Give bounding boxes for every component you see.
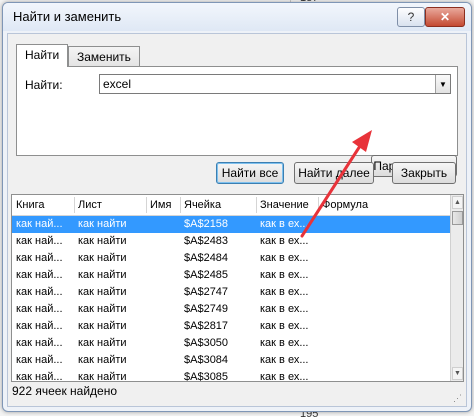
chevron-down-icon: ▼ <box>439 79 447 89</box>
result-value: как в ех... <box>260 371 309 382</box>
table-row[interactable]: как най... как найти $A$3084 как в ех... <box>12 352 450 369</box>
result-value: как в ех... <box>260 286 309 298</box>
result-book: как най... <box>16 218 63 230</box>
tab-find[interactable]: Найти <box>16 44 69 67</box>
result-sheet: как найти <box>78 320 127 332</box>
result-value: как в ех... <box>260 337 309 349</box>
result-cell: $A$2817 <box>184 320 229 332</box>
column-header-cell[interactable]: Ячейка <box>184 199 221 211</box>
result-sheet: как найти <box>78 235 127 247</box>
status-text: 922 ячеек найдено <box>12 384 118 398</box>
column-header-formula[interactable]: Формула <box>322 199 368 211</box>
result-cell: $A$2483 <box>184 235 229 247</box>
table-row[interactable]: как най... как найти $A$2747 как в ех... <box>12 284 450 301</box>
help-button[interactable]: ? <box>397 7 425 27</box>
result-sheet: как найти <box>78 337 127 349</box>
result-cell: $A$2747 <box>184 286 229 298</box>
column-divider[interactable] <box>74 197 75 213</box>
result-value: как в ех... <box>260 218 309 230</box>
column-header-value[interactable]: Значение <box>260 199 309 211</box>
results-list[interactable]: Книга Лист Имя Ячейка Значение Формула к… <box>11 194 464 382</box>
close-x-icon: ✕ <box>439 10 451 24</box>
result-cell: $A$3050 <box>184 337 229 349</box>
result-book: как най... <box>16 286 63 298</box>
result-book: как най... <box>16 235 63 247</box>
column-divider[interactable] <box>146 197 147 213</box>
column-header-name[interactable]: Имя <box>150 199 171 211</box>
table-row[interactable]: как най... как найти $A$2484 как в ех... <box>12 250 450 267</box>
column-header-book[interactable]: Книга <box>16 199 45 211</box>
find-next-button[interactable]: Найти далее <box>294 162 374 184</box>
result-book: как най... <box>16 269 63 281</box>
table-row[interactable]: как най... как найти $A$2158 как в ех... <box>12 216 450 233</box>
table-row[interactable]: как най... как найти $A$2483 как в ех... <box>12 233 450 250</box>
table-row[interactable]: как най... как найти $A$2749 как в ех... <box>12 301 450 318</box>
vertical-scrollbar[interactable]: ▲ ▼ <box>450 195 463 381</box>
result-value: как в ех... <box>260 252 309 264</box>
result-book: как най... <box>16 252 63 264</box>
result-value: как в ех... <box>260 320 309 332</box>
table-row[interactable]: как най... как найти $A$3085 как в ех... <box>12 369 450 382</box>
result-book: как най... <box>16 303 63 315</box>
result-sheet: как найти <box>78 269 127 281</box>
result-sheet: как найти <box>78 218 127 230</box>
dropdown-button[interactable]: ▼ <box>435 75 450 93</box>
scrollbar-thumb[interactable] <box>452 211 463 225</box>
find-tab-panel: Найти: excel ▼ Параметры >> <box>16 66 458 177</box>
result-cell: $A$3084 <box>184 354 229 366</box>
scroll-down-button[interactable]: ▼ <box>452 367 463 380</box>
results-rows: как най... как найти $A$2158 как в ех... как… <box>12 216 450 382</box>
result-cell: $A$2485 <box>184 269 229 281</box>
find-all-button[interactable]: Найти все <box>216 162 284 184</box>
dialog-client-area: Найти Заменить Найти: excel ▼ Параметры … <box>7 33 467 407</box>
title-bar[interactable]: Найти и заменить ? ✕ <box>3 3 471 31</box>
result-sheet: как найти <box>78 252 127 264</box>
result-cell: $A$2484 <box>184 252 229 264</box>
result-cell: $A$3085 <box>184 371 229 382</box>
result-book: как най... <box>16 337 63 349</box>
table-row[interactable]: как най... как найти $A$2817 как в ех... <box>12 318 450 335</box>
result-cell: $A$2158 <box>184 218 229 230</box>
column-divider[interactable] <box>318 197 319 213</box>
table-row[interactable]: как най... как найти $A$2485 как в ех... <box>12 267 450 284</box>
dialog-title: Найти и заменить <box>13 9 122 24</box>
result-book: как най... <box>16 354 63 366</box>
question-mark-icon: ? <box>407 10 415 24</box>
find-what-combobox[interactable]: excel ▼ <box>99 74 451 94</box>
result-cell: $A$2749 <box>184 303 229 315</box>
result-sheet: как найти <box>78 303 127 315</box>
result-book: как най... <box>16 371 63 382</box>
find-label: Найти: <box>25 78 63 92</box>
column-divider[interactable] <box>256 197 257 213</box>
result-sheet: как найти <box>78 286 127 298</box>
result-sheet: как найти <box>78 371 127 382</box>
column-divider[interactable] <box>180 197 181 213</box>
result-value: как в ех... <box>260 235 309 247</box>
resize-grip-icon[interactable]: ⋰ <box>453 393 462 404</box>
result-value: как в ех... <box>260 354 309 366</box>
close-button[interactable]: Закрыть <box>392 162 456 184</box>
tab-replace[interactable]: Заменить <box>68 46 140 67</box>
results-header: Книга Лист Имя Ячейка Значение Формула <box>12 195 450 216</box>
arrow-up-icon: ▲ <box>454 199 461 206</box>
find-what-value[interactable]: excel <box>103 77 131 91</box>
column-header-sheet[interactable]: Лист <box>78 199 102 211</box>
result-value: как в ех... <box>260 269 309 281</box>
table-row[interactable]: как най... как найти $A$3050 как в ех... <box>12 335 450 352</box>
result-value: как в ех... <box>260 303 309 315</box>
window-close-button[interactable]: ✕ <box>425 7 465 27</box>
result-book: как най... <box>16 320 63 332</box>
result-sheet: как найти <box>78 354 127 366</box>
find-replace-dialog: Найти и заменить ? ✕ Найти Заменить Найт… <box>2 2 472 412</box>
scroll-up-button[interactable]: ▲ <box>452 196 463 209</box>
arrow-down-icon: ▼ <box>454 370 461 377</box>
